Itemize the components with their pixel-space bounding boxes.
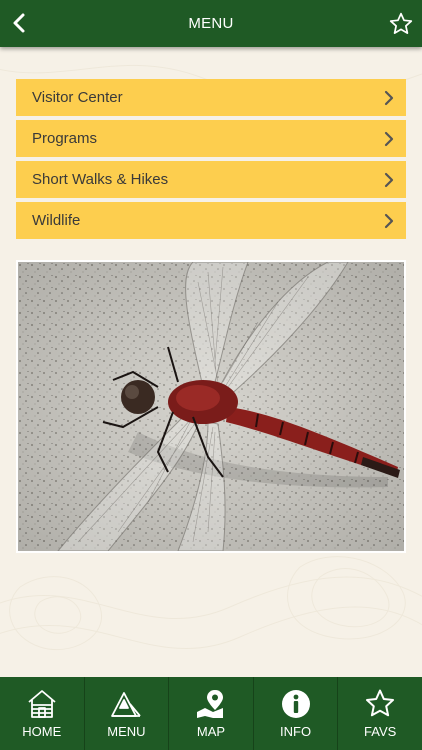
tab-label: MENU [107,724,146,739]
menu-item-label: Programs [32,130,98,147]
star-outline-icon[interactable] [388,11,414,37]
menu-list: Visitor Center Programs Short Walks & Hi… [16,79,406,243]
map-pin-icon [196,690,223,718]
dragonfly-photo [16,260,406,553]
cabin-icon [28,690,56,718]
bottom-tab-bar: HOME MENU MAP INFO FAVS [0,677,422,750]
mountains-icon [111,692,142,717]
tab-info[interactable]: INFO [254,677,339,750]
chevron-left-icon[interactable] [8,11,32,35]
menu-item-label: Short Walks & Hikes [32,171,169,188]
chevron-right-icon [384,172,394,187]
tab-favs[interactable]: FAVS [338,677,422,750]
menu-item-short-walks-hikes[interactable]: Short Walks & Hikes [16,161,406,200]
chevron-right-icon [384,131,394,146]
chevron-right-icon [384,213,394,228]
tab-label: INFO [280,724,312,739]
menu-item-wildlife[interactable]: Wildlife [16,202,406,241]
tab-label: MAP [196,724,226,739]
top-nav-bar: MENU [0,0,422,47]
info-icon [281,690,310,718]
menu-item-label: Visitor Center [32,89,123,106]
page-title: MENU [188,15,234,32]
tab-label: FAVS [364,724,397,739]
menu-item-label: Wildlife [32,212,81,229]
menu-item-visitor-center[interactable]: Visitor Center [16,79,406,118]
tab-home[interactable]: HOME [0,677,85,750]
tab-label: HOME [22,724,62,739]
tab-menu[interactable]: MENU [85,677,170,750]
menu-item-programs[interactable]: Programs [16,120,406,159]
dragonfly-illustration [18,262,404,551]
chevron-right-icon [384,90,394,105]
star-icon [366,689,395,717]
tab-map[interactable]: MAP [169,677,254,750]
